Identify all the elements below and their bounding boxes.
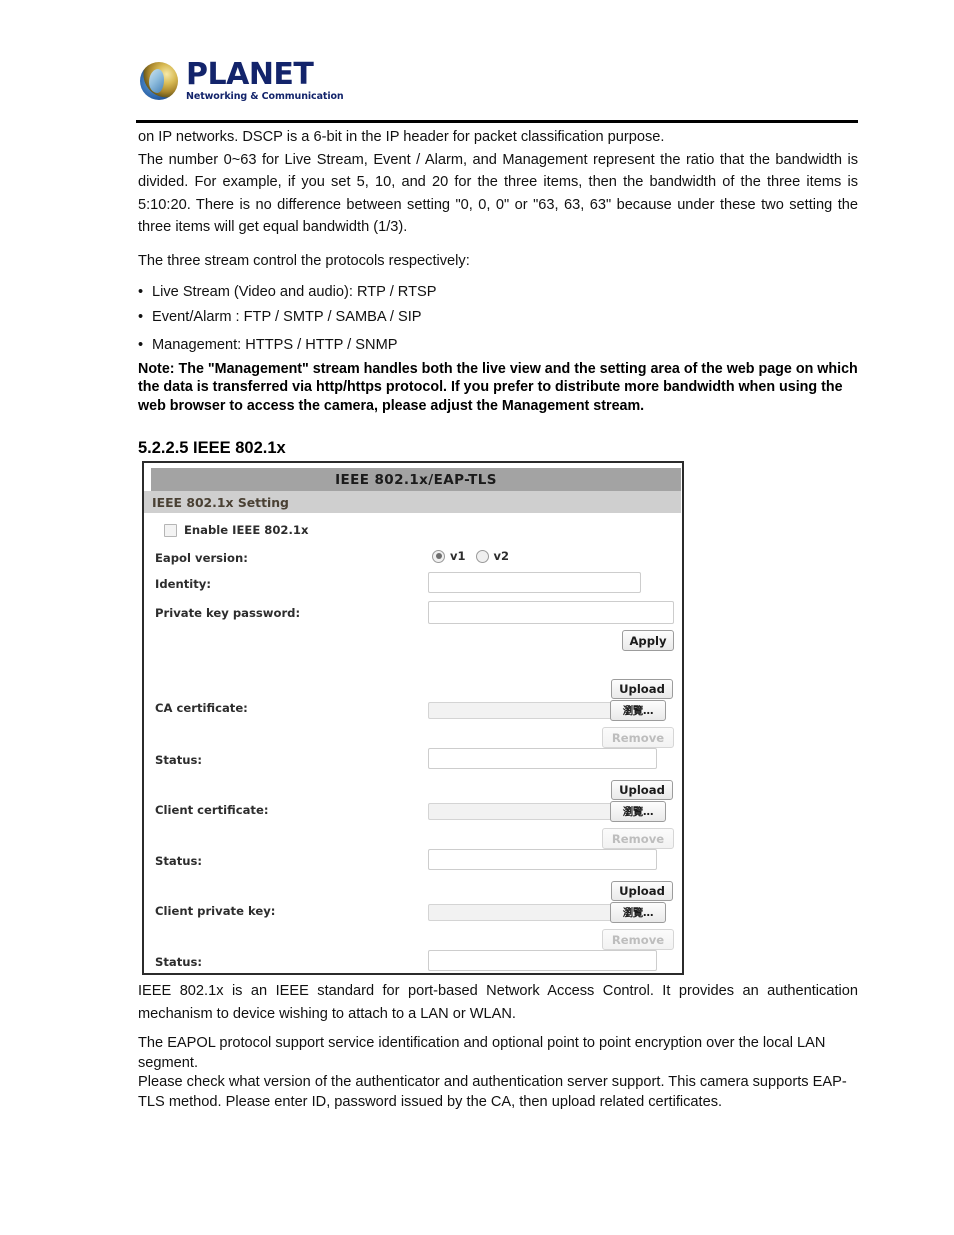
ieee8021x-settings-panel: IEEE 802.1x/EAP-TLS IEEE 802.1x Setting … — [142, 461, 684, 975]
document-content: on IP networks. DSCP is a 6-bit in the I… — [138, 126, 858, 458]
client-private-key-remove-button[interactable]: Remove — [602, 929, 674, 950]
brand-tagline: Networking & Communication — [186, 91, 344, 102]
identity-label: Identity: — [155, 577, 211, 591]
client-certificate-label: Client certificate: — [155, 803, 269, 817]
logo-text: PLANET Networking & Communication — [186, 60, 344, 102]
client-certificate-status-field[interactable] — [428, 849, 657, 870]
enable-ieee8021x-checkbox[interactable]: Enable IEEE 802.1x — [164, 523, 308, 537]
bullet-dot-icon: • — [138, 308, 144, 325]
client-private-key-status-field[interactable] — [428, 950, 657, 971]
panel-body: Enable IEEE 802.1x Eapol version: v1 v2 … — [144, 513, 682, 973]
header-divider — [136, 120, 858, 123]
radio-v1-icon[interactable] — [432, 549, 445, 563]
client-private-key-browse-button[interactable]: 瀏覽... — [610, 902, 666, 923]
client-certificate-status-label: Status: — [155, 854, 203, 868]
footer-paragraph-1: IEEE 802.1x is an IEEE standard for port… — [138, 983, 858, 1022]
bullet-dot-icon: • — [138, 336, 144, 353]
footer-paragraph-3: Please check what version of the authent… — [138, 1074, 847, 1110]
bullet-text: Live Stream (Video and audio): RTP / RTS… — [152, 283, 437, 300]
ca-certificate-label: CA certificate: — [155, 701, 248, 715]
ca-certificate-browse-button[interactable]: 瀏覽... — [610, 700, 666, 721]
panel-title: IEEE 802.1x/EAP-TLS — [151, 468, 681, 491]
bullet-text: Management: HTTPS / HTTP / SNMP — [152, 336, 398, 353]
bullet-text: Event/Alarm : FTP / SMTP / SAMBA / SIP — [152, 308, 422, 325]
footer-content: IEEE 802.1x is an IEEE standard for port… — [138, 980, 858, 1113]
radio-v1-label: v1 — [450, 549, 466, 563]
ca-certificate-upload-button[interactable]: Upload — [611, 679, 673, 699]
eapol-version-label: Eapol version: — [155, 551, 248, 565]
identity-input[interactable] — [428, 572, 641, 593]
panel-subtitle: IEEE 802.1x Setting — [144, 491, 681, 513]
client-private-key-label: Client private key: — [155, 904, 276, 918]
ca-certificate-status-label: Status: — [155, 753, 203, 767]
page-title: 5.2.2.5 IEEE 802.1x — [138, 439, 286, 458]
ca-certificate-status-field[interactable] — [428, 748, 657, 769]
enable-ieee8021x-label: Enable IEEE 802.1x — [184, 523, 309, 537]
radio-v2-icon[interactable] — [475, 549, 489, 563]
footer-paragraph-2: The EAPOL protocol support service ident… — [138, 1035, 826, 1071]
paragraph-3: The three stream control the protocols r… — [138, 252, 470, 269]
private-key-password-input[interactable] — [428, 601, 674, 624]
client-certificate-remove-button[interactable]: Remove — [602, 828, 674, 849]
client-private-key-status-label: Status: — [155, 955, 203, 969]
ca-certificate-file-input[interactable] — [428, 702, 628, 719]
private-key-password-label: Private key password: — [155, 606, 301, 620]
planet-globe-icon — [140, 61, 178, 100]
checkbox-icon[interactable] — [164, 523, 177, 537]
client-private-key-file-input[interactable] — [428, 904, 628, 921]
paragraph-1: on IP networks. DSCP is a 6-bit in the I… — [138, 129, 665, 145]
client-certificate-upload-button[interactable]: Upload — [611, 780, 673, 800]
list-item: • Event/Alarm : FTP / SMTP / SAMBA / SIP — [138, 305, 858, 330]
client-certificate-browse-button[interactable]: 瀏覽... — [610, 801, 666, 822]
apply-button[interactable]: Apply — [622, 630, 674, 651]
note-text: Note: The "Management" stream handles bo… — [138, 360, 858, 414]
list-item: • Management: HTTPS / HTTP / SNMP — [138, 333, 858, 358]
planet-logo: PLANET Networking & Communication — [140, 60, 344, 102]
client-private-key-upload-button[interactable]: Upload — [611, 881, 673, 901]
paragraph-2: The number 0~63 for Live Stream, Event /… — [138, 151, 858, 236]
brand-name: PLANET — [186, 57, 314, 92]
ca-certificate-remove-button[interactable]: Remove — [602, 727, 674, 748]
bullet-dot-icon: • — [138, 283, 144, 300]
eapol-version-radio-group[interactable]: v1 v2 — [432, 549, 519, 563]
radio-v2-label: v2 — [493, 549, 510, 563]
list-item: • Live Stream (Video and audio): RTP / RT… — [138, 280, 858, 305]
page-header: PLANET Networking & Communication — [136, 58, 858, 123]
client-certificate-file-input[interactable] — [428, 803, 628, 820]
